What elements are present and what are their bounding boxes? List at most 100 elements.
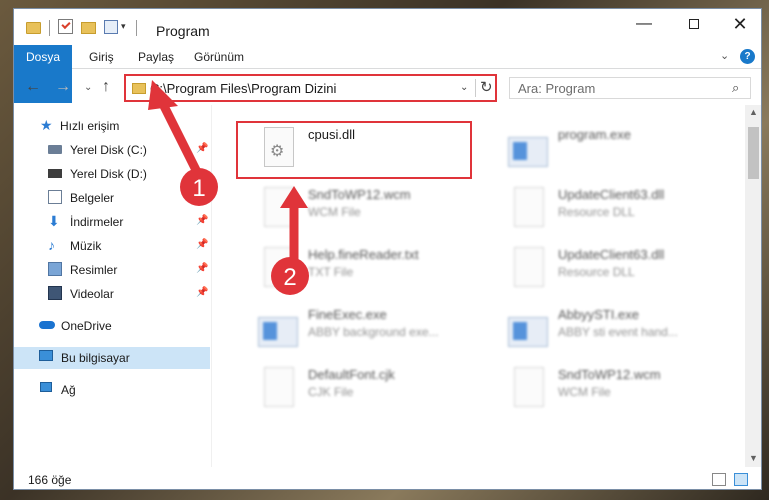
star-icon: ★ (40, 117, 53, 133)
back-button[interactable]: ← (25, 78, 41, 96)
file-item[interactable]: DefaultFont.cjk CJK File (236, 359, 486, 417)
sidebar-item-onedrive[interactable]: OneDrive (14, 315, 210, 337)
sidebar-item-disk-d[interactable]: Yerel Disk (D:) (14, 163, 210, 185)
dll-file-icon (508, 247, 550, 293)
sidebar-item-label: Yerel Disk (C:) (70, 143, 147, 157)
sidebar-item-quick-access[interactable]: ★ Hızlı erişim (14, 115, 210, 137)
address-dropdown-icon[interactable]: ⌄ (460, 82, 468, 93)
disk-icon (48, 169, 62, 178)
tab-view[interactable]: Görünüm (194, 45, 244, 69)
file-name: UpdateClient63.dll (558, 247, 665, 262)
address-separator (475, 79, 476, 97)
file-name: AbbyySTI.exe (558, 307, 639, 322)
video-icon (48, 286, 62, 300)
sidebar-item-label: Yerel Disk (D:) (70, 167, 147, 181)
file-type: Resource DLL (558, 205, 635, 219)
pin-icon[interactable]: 📌 (196, 263, 208, 274)
properties-check-icon[interactable] (58, 19, 73, 34)
tab-share[interactable]: Paylaş (138, 45, 174, 69)
toolbar-separator (49, 20, 50, 36)
sidebar-item-label: Müzik (70, 239, 102, 253)
folder-icon (26, 22, 41, 34)
file-item[interactable]: FineExec.exe ABBY background exe... (236, 299, 486, 357)
up-button[interactable]: ↑ (102, 78, 110, 96)
sidebar-item-label: İndirmeler (70, 215, 124, 229)
refresh-icon[interactable]: ↻ (480, 78, 493, 96)
file-item[interactable]: SndToWP12.wcm WCM File (486, 359, 736, 417)
file-item[interactable]: UpdateClient63.dll Resource DLL (486, 179, 736, 237)
sidebar-item-label: OneDrive (61, 319, 112, 333)
file-name: DefaultFont.cjk (308, 367, 395, 382)
search-input[interactable]: Ara: Program ⌕ (509, 77, 751, 99)
properties-icon[interactable] (104, 20, 118, 34)
file-item[interactable]: AbbyySTI.exe ABBY sti event hand... (486, 299, 736, 357)
dll-file-icon (508, 187, 550, 233)
vertical-scrollbar[interactable]: ▲ ▼ (745, 105, 761, 467)
sidebar-item-network[interactable]: Ağ (14, 379, 210, 401)
pin-icon[interactable]: 📌 (196, 215, 208, 226)
file-name: SndToWP12.wcm (558, 367, 661, 382)
maximize-button[interactable] (671, 9, 717, 39)
file-icon (258, 367, 300, 413)
explorer-window: ▾ Program — ✕ Dosya Giriş Paylaş Görünüm… (13, 8, 762, 490)
download-icon: ⬇ (48, 213, 60, 229)
sidebar-item-this-pc[interactable]: Bu bilgisayar (14, 347, 210, 369)
file-type: ABBY background exe... (308, 325, 439, 339)
large-icons-view-icon[interactable] (734, 473, 748, 486)
window-title: Program (156, 23, 210, 39)
pin-icon[interactable]: 📌 (196, 287, 208, 298)
app-icon (508, 317, 548, 347)
file-name: Help.fineReader.txt (308, 247, 419, 262)
file-type: Resource DLL (558, 265, 635, 279)
document-icon (48, 190, 62, 204)
highlight-box (236, 121, 472, 179)
sidebar-item-documents[interactable]: Belgeler (14, 187, 210, 209)
close-button[interactable]: ✕ (717, 9, 761, 39)
minimize-button[interactable]: — (621, 9, 667, 39)
address-bar[interactable]: C:\Program Files\Program Dizini ⌄ ↻ (124, 74, 497, 102)
disk-icon (48, 145, 62, 154)
sidebar-item-label: Belgeler (70, 191, 115, 205)
file-item[interactable]: SndToWP12.wcm WCM File (236, 179, 486, 237)
quick-access-dropdown-icon[interactable]: ▾ (121, 21, 126, 39)
file-name: program.exe (558, 127, 631, 142)
file-page-icon (264, 247, 294, 287)
help-icon[interactable]: ? (740, 49, 755, 64)
scroll-thumb[interactable] (748, 127, 759, 179)
search-placeholder: Ara: Program (518, 81, 596, 96)
file-icon (258, 247, 300, 293)
sidebar-item-disk-c[interactable]: Yerel Disk (C:) 📌 (14, 139, 210, 161)
sidebar-item-pictures[interactable]: Resimler 📌 (14, 259, 210, 281)
pane-splitter[interactable] (211, 105, 212, 467)
file-item[interactable]: UpdateClient63.dll Resource DLL (486, 239, 736, 297)
computer-icon (39, 350, 53, 361)
folder-icon (132, 83, 146, 94)
file-item[interactable]: Help.fineReader.txt TXT File (236, 239, 486, 297)
scroll-up-icon[interactable]: ▲ (749, 107, 758, 117)
scroll-down-icon[interactable]: ▼ (749, 453, 758, 463)
new-folder-icon[interactable] (81, 22, 96, 34)
toolbar-separator (136, 20, 137, 36)
address-path[interactable]: C:\Program Files\Program Dizini (150, 81, 336, 96)
forward-button[interactable]: → (55, 78, 71, 96)
app-icon (258, 317, 298, 347)
exe-file-icon (508, 307, 550, 353)
ribbon-expand-icon[interactable]: ⌄ (720, 49, 729, 62)
search-icon[interactable]: ⌕ (732, 80, 739, 96)
pin-icon[interactable]: 📌 (196, 143, 208, 154)
recent-locations-button[interactable]: ⌄ (84, 82, 92, 93)
tab-home[interactable]: Giriş (89, 45, 114, 69)
sidebar-item-downloads[interactable]: ⬇ İndirmeler 📌 (14, 211, 210, 233)
pictures-icon (48, 262, 62, 276)
network-icon (40, 382, 52, 392)
cloud-icon (39, 321, 55, 329)
sidebar-item-videos[interactable]: Videolar 📌 (14, 283, 210, 305)
file-item-program-exe[interactable]: program.exe (486, 119, 736, 177)
file-page-icon (264, 367, 294, 407)
details-view-icon[interactable] (712, 473, 726, 486)
pin-icon[interactable]: 📌 (196, 239, 208, 250)
sidebar-item-music[interactable]: ♪ Müzik 📌 (14, 235, 210, 257)
sidebar-item-label: Resimler (70, 263, 118, 277)
file-type: ABBY sti event hand... (558, 325, 678, 339)
file-page-icon (264, 187, 294, 227)
